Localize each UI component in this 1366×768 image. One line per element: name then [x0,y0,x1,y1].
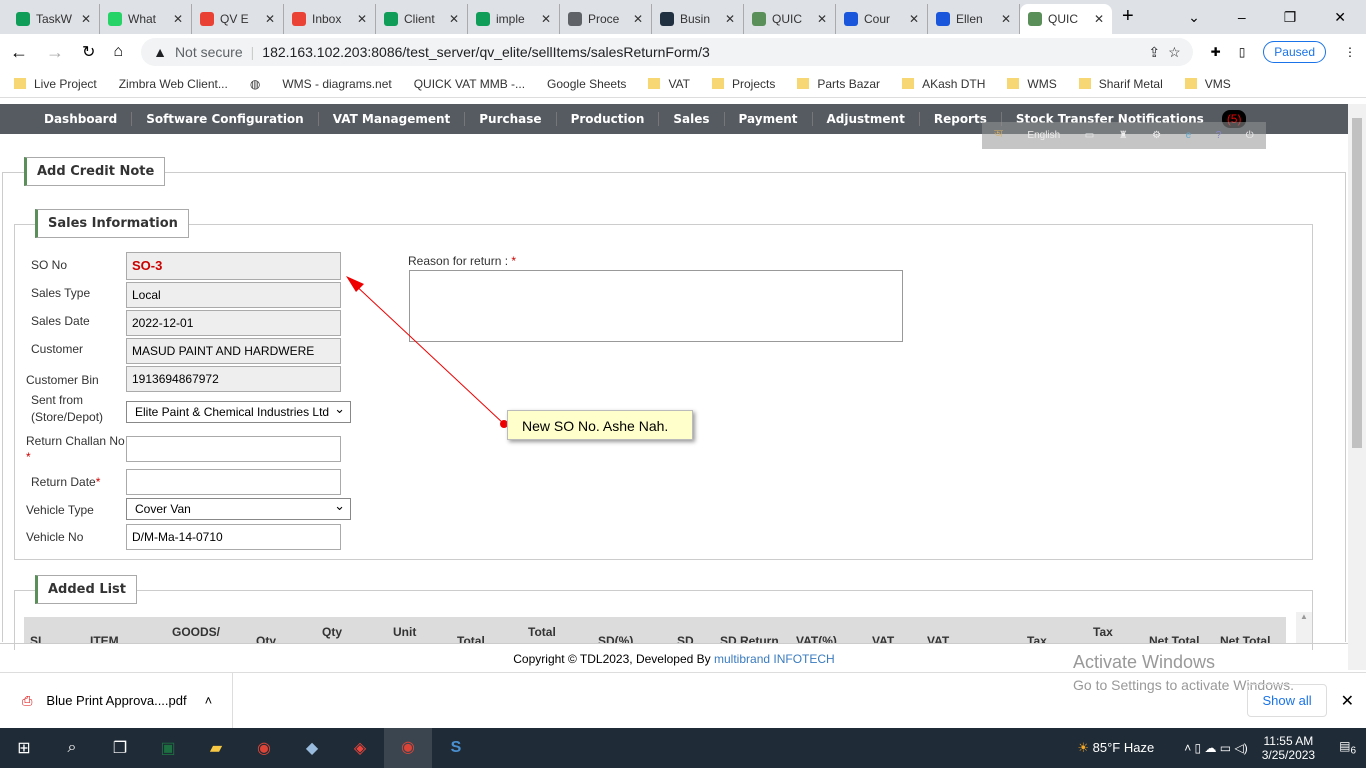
column-header: Unit [393,625,417,639]
annotation-callout: New SO No. Ashe Nah. [507,410,693,440]
column-header: Net Total [1149,634,1200,643]
show-all-button[interactable]: Show all [1247,684,1327,717]
chrome-icon[interactable]: ◉ [240,738,288,758]
copyright-text: Copyright © TDL2023, Developed By [513,652,711,666]
anydesk-icon[interactable]: ◈ [336,738,384,758]
excel-icon[interactable]: ▣ [144,738,192,758]
clock[interactable]: 11:55 AM 3/25/2023 [1262,734,1315,762]
download-bar: ⎙ Blue Print Approva....pdf ˄ Show all ✕ [0,672,1366,729]
chrome-active-icon[interactable]: ◉ [384,728,432,768]
column-header: SD Return [720,634,779,643]
table-scrollbar[interactable]: ▲ [1296,612,1312,644]
column-header: SD(%) [598,634,634,643]
search-icon[interactable]: ⌕ [48,739,96,757]
developer-link[interactable]: multibrand INFOTECH [714,652,835,666]
column-header: SL [30,634,46,643]
notifications-icon[interactable]: ▤6 [1339,739,1356,756]
weather-widget[interactable]: ☀ 85°F Haze [1077,740,1154,756]
column-header: VAT [872,634,895,643]
task-view-icon[interactable]: ❐ [96,738,144,758]
time: 11:55 AM [1263,734,1314,748]
column-header: Tax [1093,625,1113,639]
app-icon[interactable]: ◆ [288,738,336,758]
notification-count: 6 [1350,745,1356,757]
column-header: SD [677,634,694,643]
windows-start-icon[interactable]: ⊞ [0,738,48,758]
taskbar: ⊞ ⌕ ❐ ▣ ▰ ◉ ◆ ◈ ◉ S ☀ 85°F Haze ˄ ▯ ☁ ▭ … [0,728,1366,768]
added-list-table-header: SL ITEM GOODS/Qty Qty Unit Total Total SD(%) SD S… [24,617,1286,643]
column-header: GOODS/ [172,625,221,639]
column-header: Total [457,634,485,643]
download-item[interactable]: Blue Print Approva....pdf [46,693,186,708]
date: 3/25/2023 [1261,748,1316,762]
chevron-up-icon[interactable]: ˄ [205,672,234,729]
column-header: Total [528,625,556,639]
weather-text: 85°F Haze [1092,740,1155,755]
tray-icons[interactable]: ˄ ▯ ☁ ▭ ◁) [1184,741,1248,755]
column-header: VAT(%) [796,634,837,643]
column-header: Net Total [1220,634,1271,643]
column-header: Qty [256,634,277,643]
column-header: VAT [927,634,950,643]
file-explorer-icon[interactable]: ▰ [192,738,240,758]
column-header: ITEM [90,634,119,643]
s-app-icon[interactable]: S [432,739,480,757]
pdf-icon: ⎙ [22,692,33,708]
added-list-title: Added List [35,575,138,604]
watermark-title: Activate Windows [1073,652,1216,672]
column-header: Tax [1027,634,1047,643]
close-icon[interactable]: ✕ [1341,691,1354,711]
column-header: Qty [322,625,343,639]
